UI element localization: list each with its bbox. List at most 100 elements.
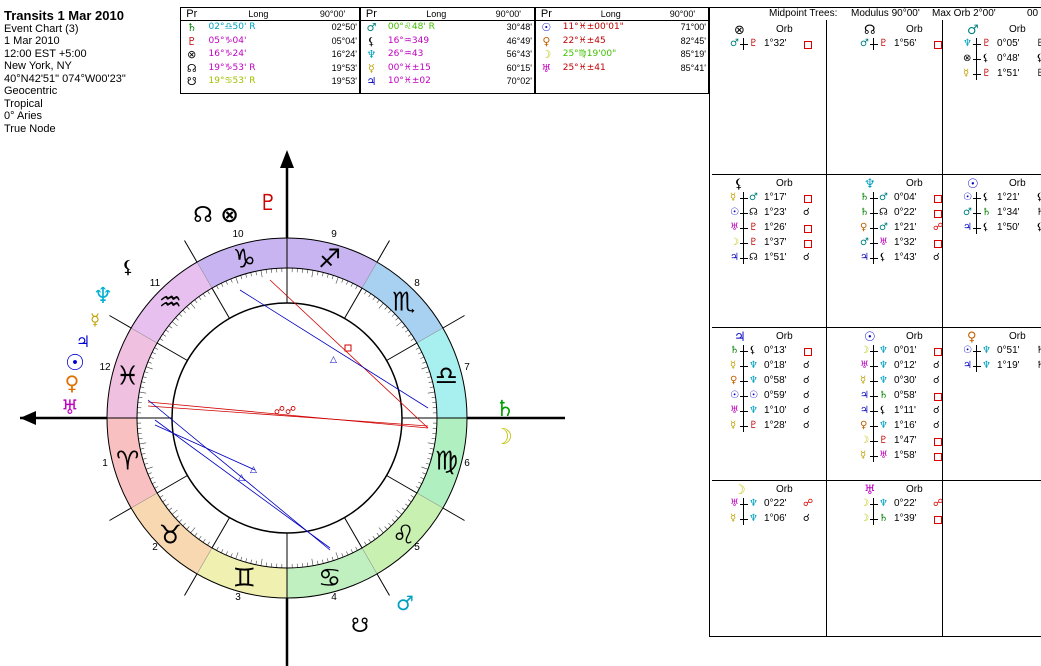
degree-tick <box>372 535 376 540</box>
degree-tick <box>159 495 164 498</box>
house-cusp-line <box>109 315 132 329</box>
grid-divider <box>712 327 1041 328</box>
tree-branch <box>870 366 878 367</box>
degree-tick <box>145 366 153 370</box>
degree-tick <box>307 269 309 274</box>
degree-tick <box>335 552 339 560</box>
midpoint-planet-b-icon: ♇ <box>982 68 991 79</box>
midpoint-orb: 0°58' <box>764 375 787 386</box>
midpoint-page: 00 <box>1027 8 1039 19</box>
midpoint-planet-b-icon: ⚸ <box>879 405 887 416</box>
tree-branch <box>870 504 878 505</box>
midpoint-orb: 1°34' <box>997 207 1020 218</box>
sign-glyph-icon: ♎ <box>435 361 458 391</box>
midpoint-planet-b-icon: ♆ <box>982 345 991 356</box>
midpoint-row: ☽ ♄ 1°39' <box>842 513 962 527</box>
midpoint-orb: 0°30' <box>894 375 917 386</box>
focus-planet-icon: ♀ <box>967 330 977 345</box>
focus-planet-icon: ☽ <box>734 483 746 498</box>
house-cusp-line <box>211 287 230 319</box>
degree-tick <box>225 551 228 556</box>
degree-tick <box>194 299 198 304</box>
tree-branch <box>740 519 748 520</box>
degree-tick <box>427 376 432 379</box>
midpoint-planet-b-icon: ♄ <box>879 513 888 524</box>
midpoint-planet-a-icon: ♅ <box>860 360 869 371</box>
square-aspect-icon <box>934 516 942 524</box>
midpoint-row: ☽ ♇ 1°37' <box>712 237 832 251</box>
midpoint-orb: 0°22' <box>894 207 917 218</box>
mars-icon: ♂ <box>396 591 414 615</box>
midpoint-orb: 0°22' <box>764 498 787 509</box>
degree-tick <box>378 527 384 534</box>
square-aspect-icon <box>934 438 942 446</box>
midpoint-orb: 1°56' <box>894 38 917 49</box>
house-cusp-line <box>386 475 418 494</box>
degree-tick <box>307 562 309 567</box>
tree-branch <box>870 519 878 520</box>
degree-tick <box>202 538 206 543</box>
midpoint-planet-b-icon: ☊ <box>749 252 758 263</box>
mercury-icon: ☿ <box>90 310 100 329</box>
orb-label: Orb <box>906 178 923 189</box>
degree-tick <box>265 269 267 274</box>
midpoint-orb: 1°23' <box>764 207 787 218</box>
degree-tick <box>190 527 196 534</box>
midpoint-row: ♆ ♇ 0°05' ♇ <box>945 38 1041 52</box>
degree-tick <box>350 549 354 553</box>
midpoint-row: ☿ ♆ 0°18' ☌ <box>712 360 832 374</box>
orb-label: Orb <box>776 331 793 342</box>
degree-tick <box>355 546 358 551</box>
midpoint-planet-a-icon: ♃ <box>730 252 739 263</box>
tree-branch <box>870 44 878 45</box>
degree-tick <box>355 285 358 290</box>
conjunction-aspect-icon: ☌ <box>933 360 940 371</box>
tree-branch <box>973 59 981 60</box>
midpoint-planet-b-icon: ♆ <box>879 420 888 431</box>
midpoint-planet-b-icon: ⚸ <box>982 192 990 203</box>
orb-label: Orb <box>1009 178 1026 189</box>
degree-tick <box>428 381 433 383</box>
degree-tick <box>162 333 167 337</box>
midpoint-planet-b-icon: ⚸ <box>879 252 887 263</box>
midpoint-planet-b-icon: ⚸ <box>749 345 757 356</box>
degree-tick <box>198 535 202 540</box>
node-partofortune-icon: ☊ ⊗ <box>193 203 239 228</box>
midpoint-planet-b-icon: ♇ <box>749 420 758 431</box>
midpoint-planet-a-icon: ♅ <box>730 405 739 416</box>
midpoint-row: ☿ ♆ 1°06' ☌ <box>712 513 832 527</box>
midpoint-planet-b-icon: ☊ <box>749 207 758 218</box>
midpoint-orb: 1°16' <box>894 420 917 431</box>
midpoint-row: ♃ ♄ 0°58' <box>842 390 962 404</box>
house-cusp-line <box>344 517 363 549</box>
uranus-icon: ♅ <box>61 395 79 419</box>
degree-tick <box>265 562 267 567</box>
midpoint-row: ♅ ♇ 1°26' <box>712 222 832 236</box>
house-number: 6 <box>464 458 470 469</box>
degree-tick <box>175 317 179 321</box>
orb-label: Orb <box>906 331 923 342</box>
degree-tick <box>198 296 202 301</box>
midpoint-row: ☉ ♆ 0°51' ♄ <box>945 345 1041 359</box>
midpoint-planet-b-icon: ♅ <box>879 450 888 461</box>
midpoint-row: ♃ ⚸ 1°43' ☌ <box>842 252 962 266</box>
midpoint-planet-a-icon: ☉ <box>730 390 739 401</box>
degree-tick <box>139 442 147 445</box>
degree-tick <box>378 302 384 309</box>
midpoint-planet-b-icon: ♇ <box>879 435 888 446</box>
house-cusp-line <box>156 342 188 361</box>
square-aspect-icon <box>934 41 942 49</box>
conjunction-aspect-icon: ☌ <box>803 375 810 386</box>
tree-branch <box>740 411 748 412</box>
inner-ring <box>171 302 403 534</box>
tree-branch <box>870 396 878 397</box>
conjunction-aspect-icon: ☌ <box>803 390 810 401</box>
focus-planet-icon: ♂ <box>967 23 979 38</box>
house-cusp-line <box>211 517 230 549</box>
midpoint-planet-b-icon: ♄ <box>982 207 991 218</box>
midpoint-row: ♅ ♆ 1°10' ☌ <box>712 405 832 419</box>
midpoint-planet-a-icon: ☽ <box>860 435 869 446</box>
aspect-planet-icon: ♄ <box>1036 360 1041 371</box>
degree-tick <box>376 299 380 304</box>
midpoint-planet-a-icon: ♃ <box>860 252 869 263</box>
